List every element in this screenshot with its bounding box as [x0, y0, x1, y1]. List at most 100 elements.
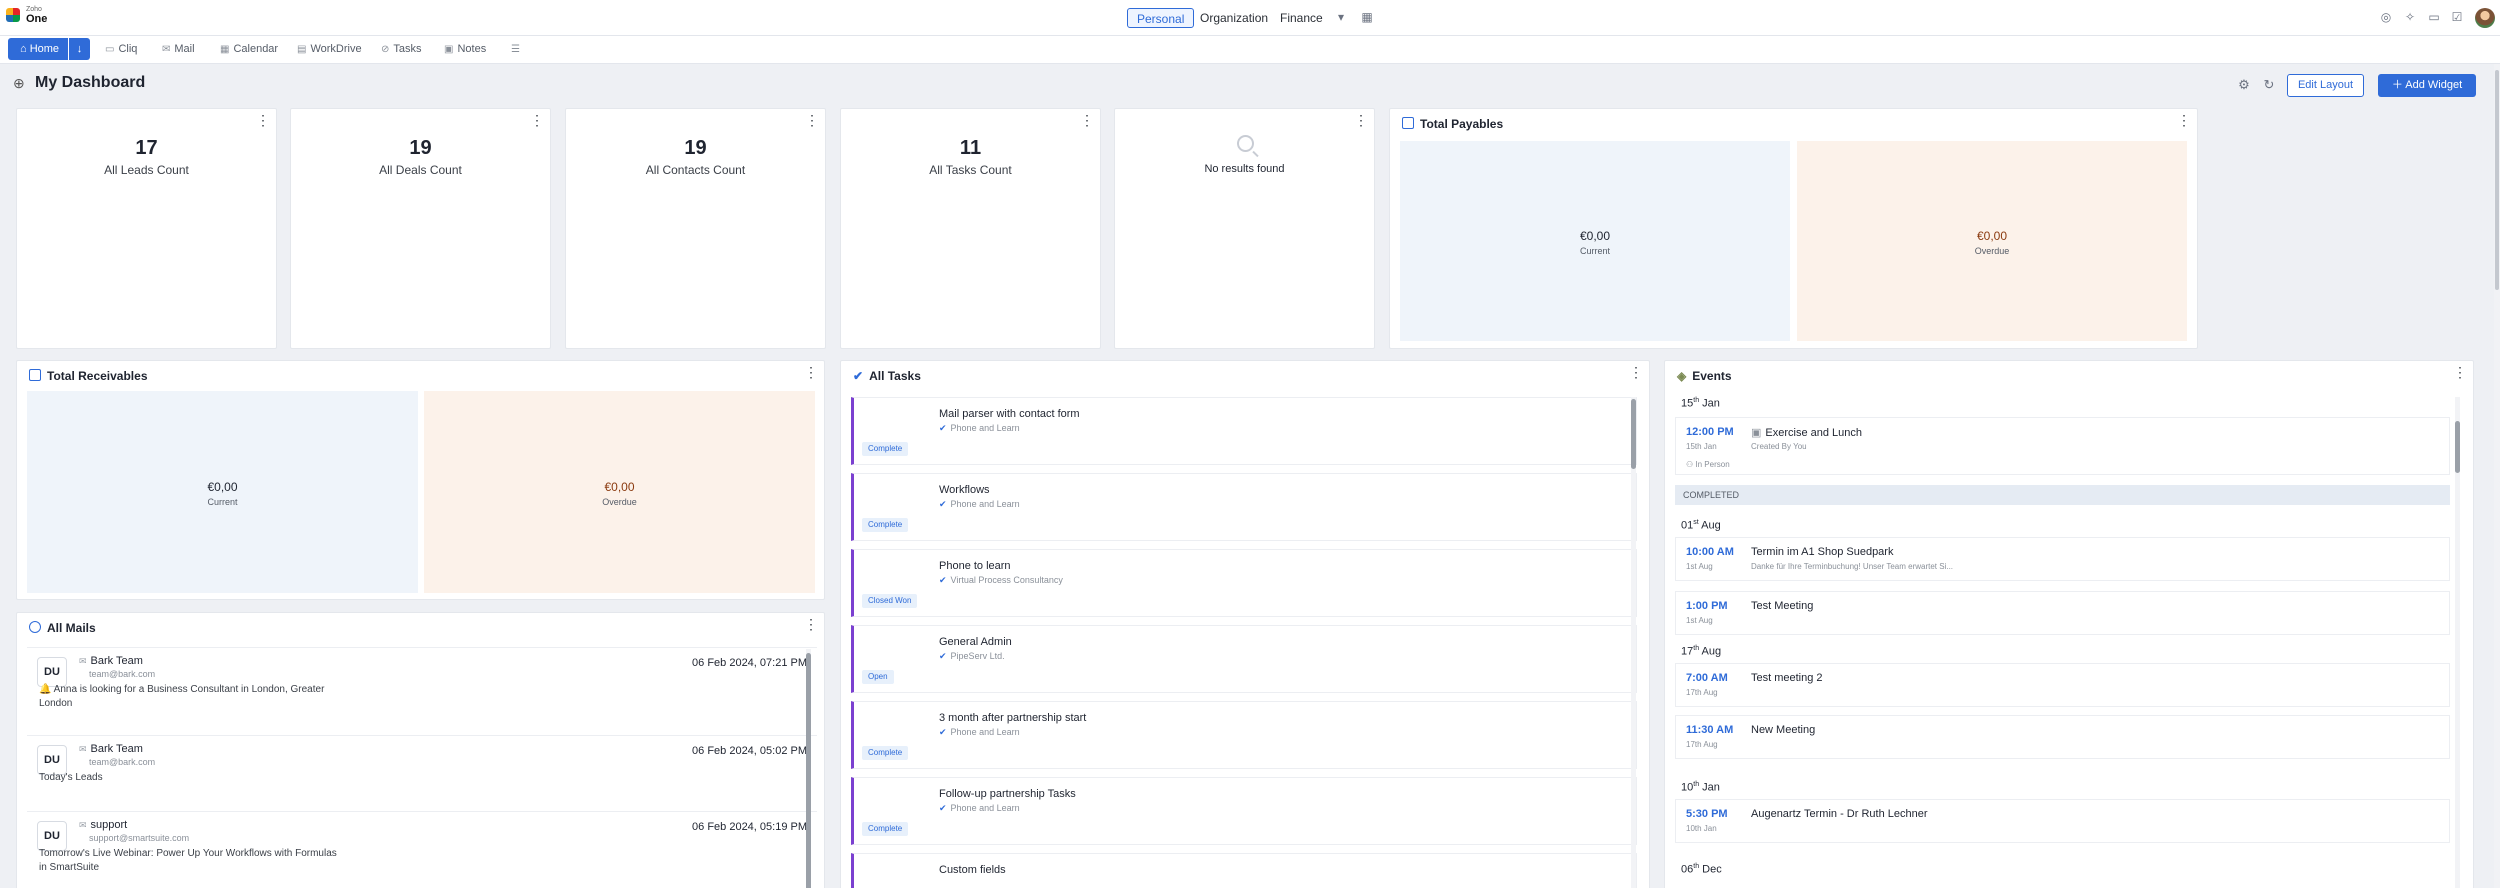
- more-options-icon[interactable]: ⋮: [1629, 365, 1643, 379]
- more-options-icon[interactable]: ⋮: [530, 113, 544, 127]
- scrollbar-thumb[interactable]: [2455, 421, 2460, 473]
- task-item[interactable]: Workflows ✔ Phone and Learn Complete: [851, 473, 1637, 541]
- app-workdrive[interactable]: ▤ WorkDrive: [297, 41, 362, 57]
- app-tasks[interactable]: ⊘ Tasks: [381, 41, 422, 57]
- task-related: ✔ Phone and Learn: [939, 727, 1020, 737]
- envelope-icon: ✉: [79, 656, 87, 666]
- customize-apps-icon[interactable]: ☰: [511, 41, 524, 57]
- event-item[interactable]: 12:00 PM 15th Jan ▣ Exercise and Lunch Cr…: [1675, 417, 2450, 475]
- check-icon: ✔: [939, 423, 947, 433]
- task-related: ✔ Phone and Learn: [939, 803, 1020, 813]
- event-date: 15th Jan: [1686, 442, 1717, 451]
- mails-scrollbar[interactable]: [806, 649, 811, 888]
- amount-label: Overdue: [1974, 246, 2010, 256]
- scrollbar-thumb[interactable]: [2495, 70, 2499, 290]
- event-title: Termin im A1 Shop Suedpark: [1751, 546, 1894, 558]
- event-item[interactable]: 1:00 PM 1st Aug Test Meeting: [1675, 591, 2450, 635]
- event-time: 7:00 AM: [1686, 672, 1728, 684]
- user-avatar[interactable]: [2475, 8, 2495, 28]
- dropdown-icon[interactable]: ▾: [1334, 10, 1348, 24]
- add-widget-button[interactable]: ＋ Add Widget: [2378, 74, 2476, 97]
- total-receivables-card: Total Receivables ⋮ €0,00 Current €0,00 …: [16, 360, 825, 600]
- event-date: 17th Aug: [1686, 740, 1718, 749]
- event-creator: Created By You: [1751, 442, 1807, 451]
- more-options-icon[interactable]: ⋮: [256, 113, 270, 127]
- count-value: 19: [409, 137, 432, 159]
- page-scrollbar[interactable]: [2494, 64, 2500, 888]
- events-icon: ◈: [1677, 369, 1687, 383]
- event-item[interactable]: 5:30 PM 10th Jan Augenartz Termin - Dr R…: [1675, 799, 2450, 843]
- mail-date: 06 Feb 2024, 07:21 PM: [692, 657, 807, 669]
- tab-organization[interactable]: Organization: [1200, 8, 1268, 28]
- checklist-icon[interactable]: ☑: [2450, 10, 2464, 24]
- scrollbar-thumb[interactable]: [1631, 399, 1636, 469]
- grid-icon[interactable]: ▦: [1360, 10, 1374, 24]
- task-item[interactable]: Follow-up partnership Tasks ✔ Phone and L…: [851, 777, 1637, 845]
- chat-icon: ▭: [105, 44, 115, 55]
- event-location: ⚇ In Person: [1686, 460, 1730, 469]
- app-calendar[interactable]: ▦ Calendar: [220, 41, 278, 57]
- home-button[interactable]: ⌂ Home: [8, 38, 68, 60]
- tab-finance[interactable]: Finance: [1280, 8, 1323, 28]
- mail-item[interactable]: DU ✉ Bark Team team@bark.com 06 Feb 2024,…: [27, 649, 817, 733]
- mail-item[interactable]: DU ✉ support support@smartsuite.com 06 Fe…: [27, 813, 817, 888]
- scrollbar-thumb[interactable]: [806, 653, 811, 888]
- tab-personal[interactable]: Personal: [1127, 8, 1195, 28]
- task-item[interactable]: Custom fields: [851, 853, 1637, 888]
- app-notes[interactable]: ▣ Notes: [444, 41, 486, 57]
- task-title: Custom fields: [939, 864, 1006, 876]
- home-dropdown-button[interactable]: ↓: [69, 38, 90, 60]
- task-item[interactable]: General Admin ✔ PipeServ Ltd. Open: [851, 625, 1637, 693]
- brand-name-label: One: [26, 13, 48, 25]
- event-item[interactable]: 11:30 AM 17th Aug New Meeting: [1675, 715, 2450, 759]
- event-title: ▣ Exercise and Lunch: [1751, 427, 1863, 439]
- event-time: 1:00 PM: [1686, 600, 1728, 612]
- receivables-current-pane: €0,00 Current: [27, 391, 418, 593]
- mail-icon: ✉: [162, 44, 171, 55]
- check-icon: ✔: [939, 803, 947, 813]
- bell-icon[interactable]: ◎: [2379, 10, 2393, 24]
- mail-item[interactable]: DU ✉ Bark Team team@bark.com 06 Feb 2024,…: [27, 737, 817, 809]
- event-time: 10:00 AM: [1686, 546, 1734, 558]
- settings-icon[interactable]: ⚙: [2237, 78, 2251, 92]
- more-options-icon[interactable]: ⋮: [1354, 113, 1368, 127]
- task-item[interactable]: Phone to learn ✔ Virtual Process Consulta…: [851, 549, 1637, 617]
- more-options-icon[interactable]: ⋮: [2453, 365, 2467, 379]
- more-options-icon[interactable]: ⋮: [805, 113, 819, 127]
- event-date: 1st Aug: [1686, 562, 1713, 571]
- mail-from: ✉ support: [79, 819, 128, 831]
- task-item[interactable]: 3 month after partnership start ✔ Phone a…: [851, 701, 1637, 769]
- event-item[interactable]: 10:00 AM 1st Aug Termin im A1 Shop Suedp…: [1675, 537, 2450, 581]
- event-item[interactable]: 7:00 AM 17th Aug Test meeting 2: [1675, 663, 2450, 707]
- status-badge: Complete: [862, 442, 909, 456]
- drive-icon: ▤: [297, 44, 307, 55]
- check-icon: ✔: [939, 727, 947, 737]
- calendar-icon: ▣: [1751, 427, 1762, 439]
- globe-icon: ⊕: [13, 75, 25, 91]
- tasks-scrollbar[interactable]: [1631, 397, 1636, 888]
- zoho-one-logo[interactable]: Zoho One: [6, 6, 48, 30]
- more-options-icon[interactable]: ⋮: [2177, 113, 2191, 127]
- app-mail[interactable]: ✉ Mail: [162, 41, 195, 57]
- event-day-header: 10th Jan: [1681, 781, 1720, 794]
- task-item[interactable]: Mail parser with contact form ✔ Phone and…: [851, 397, 1637, 465]
- task-title: Workflows: [939, 484, 990, 496]
- gear-icon[interactable]: ✧: [2403, 10, 2417, 24]
- empty-widget-card: ⋮ No results found: [1114, 108, 1375, 349]
- more-options-icon[interactable]: ⋮: [804, 617, 818, 631]
- task-related: ✔ Phone and Learn: [939, 423, 1020, 433]
- calendar-icon[interactable]: ▭: [2427, 10, 2441, 24]
- contacts-count-card: ⋮ 19 All Contacts Count: [565, 108, 826, 349]
- events-card: ◈ Events ⋮ 15th Jan 12:00 PM 15th Jan ▣ Ex…: [1664, 360, 2474, 888]
- event-title: Test meeting 2: [1751, 672, 1823, 684]
- more-options-icon[interactable]: ⋮: [1080, 113, 1094, 127]
- edit-layout-button[interactable]: Edit Layout: [2287, 74, 2364, 97]
- card-title: Total Payables: [1402, 117, 1503, 131]
- app-cliq[interactable]: ▭ Cliq: [105, 41, 137, 57]
- event-title: Test Meeting: [1751, 600, 1814, 612]
- refresh-icon[interactable]: ↻: [2262, 78, 2276, 92]
- more-options-icon[interactable]: ⋮: [804, 365, 818, 379]
- receivables-overdue-pane: €0,00 Overdue: [424, 391, 815, 593]
- events-scrollbar[interactable]: [2455, 397, 2460, 888]
- task-title: 3 month after partnership start: [939, 712, 1087, 724]
